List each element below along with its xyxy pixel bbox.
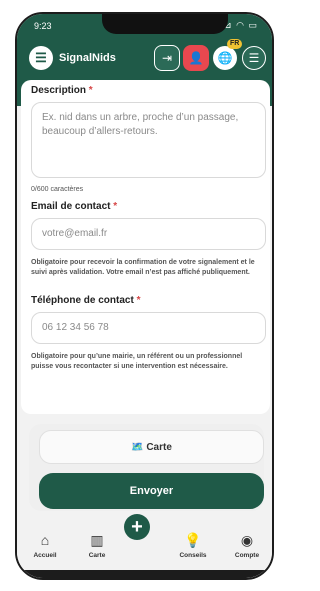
phone-field[interactable]: 06 12 34 56 78 bbox=[31, 312, 266, 344]
map-icon: ▥ bbox=[90, 532, 104, 548]
language-button[interactable]: 🌐 bbox=[213, 46, 237, 70]
lightbulb-icon: 💡 bbox=[184, 532, 202, 548]
phone-frame: 9:23 ⊿ ≋ ⊿ ◠ ▭ ☰ SignalNids ⇥ 👤 🌐 FR ☰ D… bbox=[15, 12, 274, 580]
form-card: Description * Ex. nid dans un arbre, pro… bbox=[21, 80, 270, 414]
email-label: Email de contact * bbox=[31, 201, 118, 212]
add-user-button[interactable]: 👤 bbox=[183, 45, 209, 71]
map-button[interactable]: 🗺️ Carte bbox=[39, 430, 264, 464]
language-badge: FR bbox=[227, 39, 243, 49]
menu-button[interactable]: ☰ bbox=[242, 46, 266, 70]
app-name: SignalNids bbox=[59, 52, 116, 64]
submit-button[interactable]: Envoyer bbox=[39, 473, 264, 509]
nav-item-compte[interactable]: ◉ Compte bbox=[227, 532, 267, 559]
login-icon: ⇥ bbox=[161, 51, 173, 65]
description-label: Description * bbox=[31, 85, 93, 96]
nav-item-carte[interactable]: ▥ Carte bbox=[77, 532, 117, 559]
add-user-icon: 👤 bbox=[188, 51, 204, 65]
plus-icon: + bbox=[131, 515, 143, 538]
camera-notch bbox=[102, 14, 228, 34]
app-bar: ☰ SignalNids ⇥ 👤 🌐 FR ☰ bbox=[17, 38, 272, 80]
description-counter: 0/600 caractères bbox=[31, 186, 84, 193]
email-field[interactable]: votre@email.fr bbox=[31, 218, 266, 250]
phone-hint: Obligatoire pour qu’une mairie, un référ… bbox=[31, 353, 243, 370]
home-indicator bbox=[17, 570, 272, 578]
home-icon: ⌂ bbox=[40, 532, 50, 548]
add-report-button[interactable]: + bbox=[124, 514, 150, 540]
login-button[interactable]: ⇥ bbox=[154, 45, 180, 71]
nav-item-conseils[interactable]: 💡 Conseils bbox=[173, 532, 213, 559]
phone-label: Téléphone de contact * bbox=[31, 295, 141, 306]
account-icon: ◉ bbox=[240, 532, 254, 548]
globe-icon: 🌐 bbox=[217, 51, 233, 65]
description-textarea[interactable]: Ex. nid dans un arbre, proche d’un passa… bbox=[31, 102, 266, 178]
email-hint: Obligatoire pour recevoir la confirmatio… bbox=[31, 259, 255, 276]
nav-item-accueil[interactable]: ⌂ Accueil bbox=[25, 532, 65, 559]
status-time: 9:23 bbox=[34, 21, 52, 31]
menu-icon: ☰ bbox=[248, 51, 260, 65]
app-logo-icon[interactable]: ☰ bbox=[29, 46, 53, 70]
